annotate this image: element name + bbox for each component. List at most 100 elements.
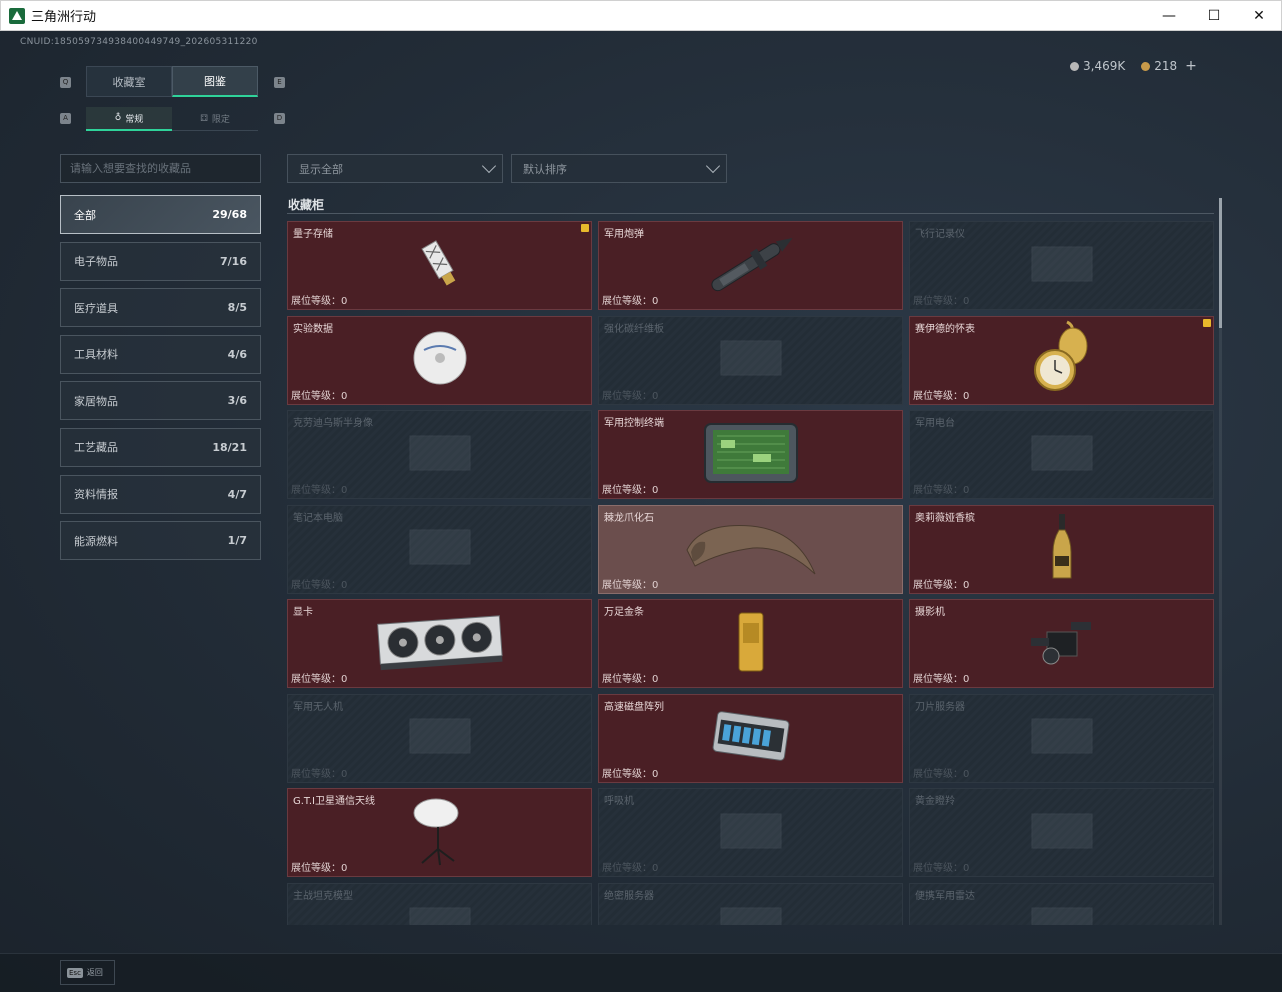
category-item[interactable]: 工艺藏品 18/21 bbox=[60, 427, 261, 467]
chevron-down-icon bbox=[705, 158, 721, 174]
filter-value: 显示全部 bbox=[299, 162, 343, 176]
tab-catalog[interactable]: 图鉴 bbox=[172, 66, 258, 97]
level-value: 0 bbox=[652, 579, 659, 591]
collection-card[interactable]: 显卡 展位等级：0 bbox=[287, 599, 592, 688]
collection-card[interactable]: 便携军用雷达展位等级：0 bbox=[909, 882, 1214, 925]
level-value: 0 bbox=[341, 296, 348, 307]
add-currency-button[interactable]: + bbox=[1185, 58, 1197, 74]
item-name: 笔记本电脑 bbox=[293, 512, 343, 524]
item-image bbox=[1027, 612, 1097, 676]
collection-card[interactable]: 军用电台 展位等级：0 bbox=[909, 410, 1214, 499]
collection-card[interactable]: 万足金条 展位等级：0 bbox=[598, 599, 903, 688]
gold-coin-icon bbox=[1141, 61, 1151, 71]
collection-card[interactable]: 飞行记录仪展位等级：0 bbox=[909, 221, 1214, 310]
level-value: 0 bbox=[963, 485, 970, 496]
collection-card[interactable]: 赛伊德的怀表 展位等级：0 bbox=[909, 315, 1214, 405]
item-level: 展位等级：0 bbox=[602, 859, 658, 874]
minimize-button[interactable]: — bbox=[1146, 1, 1192, 31]
back-button[interactable]: Esc 返回 bbox=[60, 960, 115, 985]
sort-dropdown[interactable]: 默认排序 bbox=[511, 154, 727, 183]
collection-card[interactable]: 奥莉薇娅香槟 展位等级：0 bbox=[909, 504, 1214, 594]
item-level: 展位等级：0 bbox=[602, 481, 658, 496]
level-value: 0 bbox=[652, 485, 659, 496]
tab-collection-room[interactable]: 收藏室 bbox=[86, 66, 172, 97]
subtab-regular[interactable]: ♁ 常规 bbox=[86, 107, 172, 131]
scrollbar-thumb[interactable] bbox=[1219, 198, 1222, 328]
collection-card[interactable]: 绝密服务器展位等级：0 bbox=[598, 882, 903, 925]
item-name: 强化碳纤维板 bbox=[604, 323, 664, 335]
new-badge-icon bbox=[1203, 318, 1211, 327]
item-name: 呼吸机 bbox=[604, 796, 634, 807]
level-label: 展位等级： bbox=[291, 390, 341, 402]
category-item[interactable]: 电子物品 7/16 bbox=[60, 241, 261, 281]
level-value: 0 bbox=[341, 674, 348, 685]
collection-card[interactable]: 主战坦克模型展位等级：0 bbox=[287, 882, 592, 925]
level-label: 展位等级： bbox=[913, 863, 963, 874]
item-name: 摄影机 bbox=[915, 607, 945, 618]
item-image bbox=[701, 420, 801, 490]
collection-card[interactable]: 刀片服务器 展位等级：0 bbox=[909, 693, 1214, 783]
category-item[interactable]: 全部 29/68 bbox=[60, 195, 261, 234]
category-item[interactable]: 资料情报 4/7 bbox=[60, 474, 261, 514]
collection-card[interactable]: 军用控制终端 展位等级：0 bbox=[598, 410, 903, 499]
category-item[interactable]: 能源燃料 1/7 bbox=[60, 521, 261, 561]
category-count: 7/16 bbox=[220, 254, 247, 268]
maximize-button[interactable]: ☐ bbox=[1191, 1, 1237, 31]
level-label: 展位等级： bbox=[913, 390, 963, 402]
collection-card[interactable]: 实验数据 展位等级：0 bbox=[287, 315, 592, 405]
collection-card[interactable]: 笔记本电脑 展位等级：0 bbox=[287, 504, 592, 594]
back-label: 返回 bbox=[86, 968, 103, 977]
category-item[interactable]: 工具材料 4/6 bbox=[60, 334, 261, 374]
collection-card[interactable]: 摄影机 展位等级：0 bbox=[909, 599, 1214, 688]
level-value: 0 bbox=[963, 579, 970, 591]
item-name: 军用控制终端 bbox=[604, 418, 664, 429]
item-level: 展位等级：0 bbox=[602, 387, 658, 402]
item-image bbox=[711, 806, 791, 860]
collection-card[interactable]: G.T.I卫星通信天线 展位等级：0 bbox=[287, 788, 592, 877]
item-name: 刀片服务器 bbox=[915, 701, 965, 713]
collection-card[interactable]: 军用炮弹 展位等级：0 bbox=[598, 221, 903, 310]
collection-card[interactable]: 高速磁盘阵列 展位等级：0 bbox=[598, 693, 903, 783]
level-label: 展位等级： bbox=[602, 485, 652, 496]
key-hint-e: E bbox=[274, 77, 285, 88]
collection-card[interactable]: 克劳迪乌斯半身像 展位等级：0 bbox=[287, 410, 592, 499]
silver-coin-icon bbox=[1070, 61, 1079, 71]
category-count: 1/7 bbox=[227, 534, 247, 548]
close-button[interactable]: ✕ bbox=[1236, 1, 1282, 31]
search-input[interactable] bbox=[60, 154, 261, 183]
key-hint-a: A bbox=[60, 113, 71, 124]
item-level: 展位等级：0 bbox=[913, 292, 969, 307]
level-label: 展位等级： bbox=[602, 674, 652, 685]
category-label: 资料情报 bbox=[74, 488, 118, 502]
app-logo-icon bbox=[9, 7, 25, 24]
subtab-limited[interactable]: ⚃ 限定 bbox=[172, 107, 258, 131]
level-value: 0 bbox=[341, 390, 348, 402]
level-value: 0 bbox=[652, 863, 659, 874]
category-item[interactable]: 家居物品 3/6 bbox=[60, 381, 261, 421]
level-value: 0 bbox=[341, 485, 348, 496]
collection-card[interactable]: 呼吸机展位等级：0 bbox=[598, 788, 903, 877]
item-name: 黄金瞪羚 bbox=[915, 796, 955, 807]
collection-card[interactable]: 量子存储 展位等级：0 bbox=[287, 221, 592, 310]
level-label: 展位等级： bbox=[913, 768, 963, 780]
item-image bbox=[1047, 512, 1077, 586]
level-label: 展位等级： bbox=[602, 296, 652, 307]
collection-card[interactable]: 强化碳纤维板 展位等级：0 bbox=[598, 315, 903, 405]
level-value: 0 bbox=[963, 674, 970, 685]
collection-card[interactable]: 棘龙爪化石 展位等级：0 bbox=[598, 504, 903, 594]
collection-card[interactable]: 军用无人机 展位等级：0 bbox=[287, 693, 592, 783]
category-count: 3/6 bbox=[227, 394, 247, 408]
item-level: 展位等级：0 bbox=[602, 292, 658, 307]
item-name: 棘龙爪化石 bbox=[604, 512, 654, 524]
category-label: 医疗道具 bbox=[74, 301, 118, 315]
collection-card[interactable]: 黄金瞪羚 展位等级：0 bbox=[909, 788, 1214, 877]
filter-dropdown[interactable]: 显示全部 bbox=[287, 154, 503, 183]
category-label: 能源燃料 bbox=[74, 534, 118, 548]
level-label: 展位等级： bbox=[913, 485, 963, 496]
level-label: 展位等级： bbox=[602, 390, 652, 402]
main-tabs: 收藏室 图鉴 bbox=[86, 66, 258, 97]
item-image bbox=[400, 711, 480, 765]
category-item[interactable]: 医疗道具 8/5 bbox=[60, 288, 261, 328]
item-name: 飞行记录仪 bbox=[915, 229, 965, 240]
item-image bbox=[400, 428, 480, 482]
